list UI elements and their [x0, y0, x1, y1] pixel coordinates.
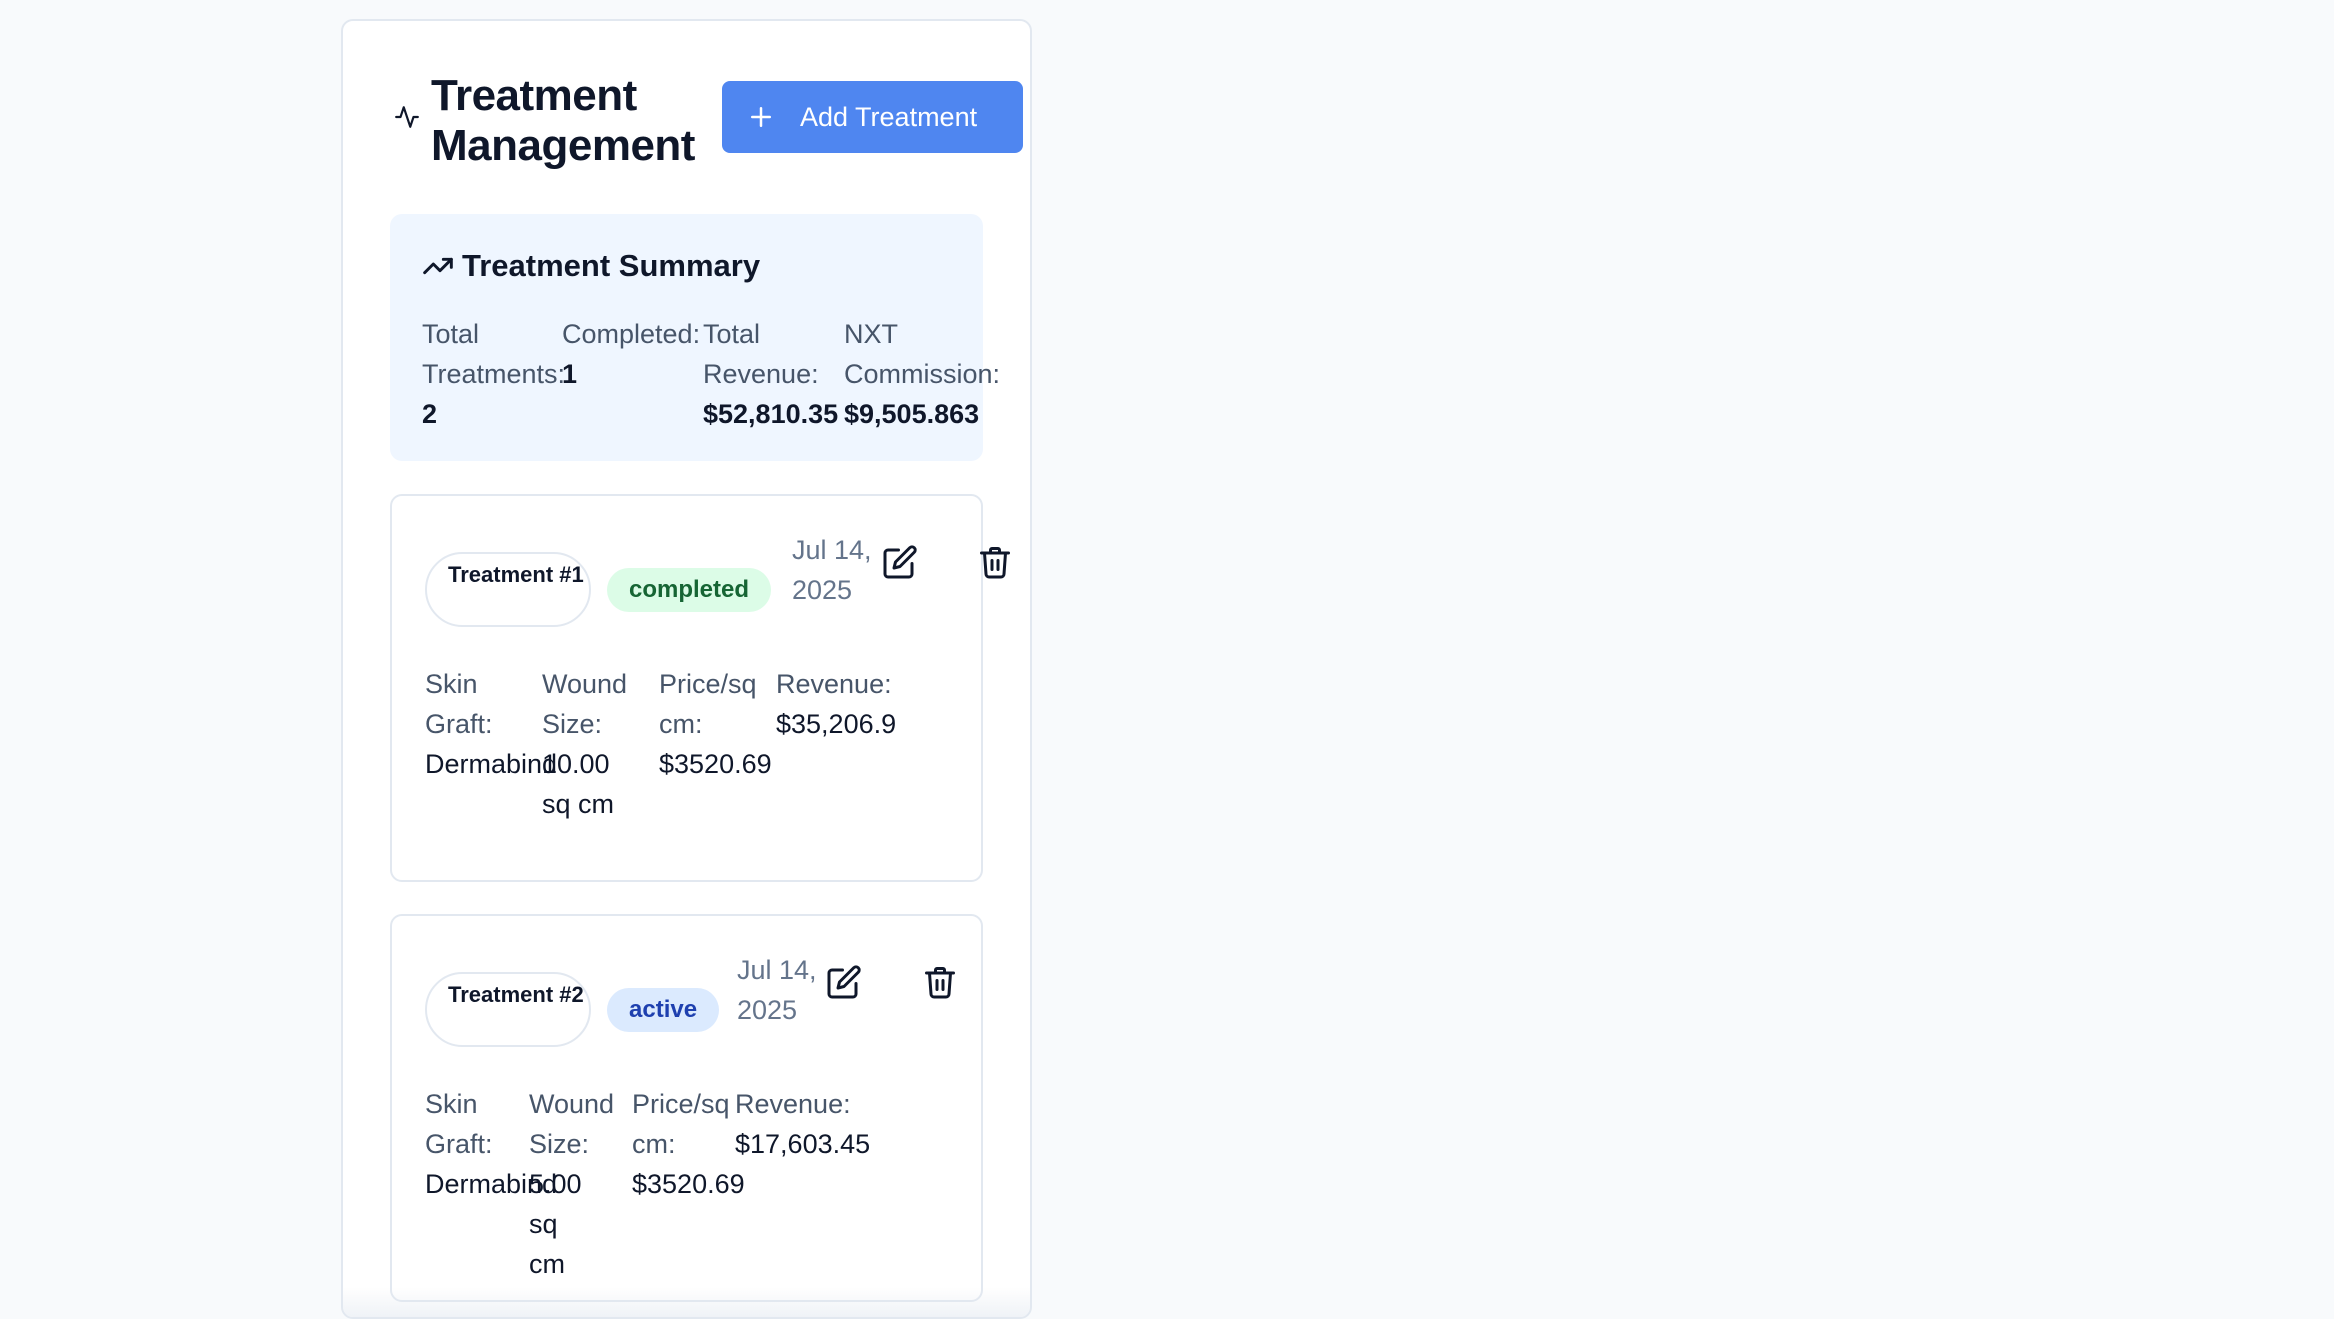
treatment-card: Treatment #2 active Jul 14, 2025 Skin Gr…: [390, 914, 983, 1302]
stat-label: NXT Commission:: [844, 319, 1001, 389]
add-treatment-button[interactable]: Add Treatment: [722, 81, 1023, 153]
field-value: Dermabind: [425, 749, 558, 779]
field-price-per-sq-cm: Price/sq cm: $3520.69: [659, 664, 772, 784]
status-badge: completed: [607, 568, 772, 612]
trash-icon[interactable]: [977, 544, 1013, 580]
treatment-date: Jul 14, 2025: [737, 955, 817, 1025]
stat-nxt-commission: NXT Commission: $9,505.863: [844, 314, 1001, 434]
field-wound-size: Wound Size: 5.00 sq cm: [529, 1084, 615, 1284]
treatment-summary-card: Treatment Summary Total Treatments: 2 Co…: [390, 214, 1001, 461]
field-skin-graft: Skin Graft: Dermabind: [425, 1084, 558, 1204]
treatment-date: Jul 14, 2025: [792, 535, 872, 605]
stat-value: 2: [422, 399, 438, 429]
stat-total-treatments: Total Treatments: 2: [422, 314, 566, 434]
activity-icon: [395, 106, 419, 128]
stat-value: 1: [562, 359, 578, 389]
stat-value: $9,505.863: [844, 399, 980, 429]
field-label: Price/sq cm:: [659, 669, 757, 739]
field-price-per-sq-cm: Price/sq cm: $3520.69: [632, 1084, 745, 1204]
page-title: Treatment Management: [431, 71, 695, 170]
treatment-card: Treatment #1 completed Jul 14, 2025 Skin…: [390, 494, 1010, 882]
trending-up-icon: [423, 257, 453, 275]
field-skin-graft: Skin Graft: Dermabind: [425, 664, 558, 784]
edit-icon[interactable]: [826, 964, 862, 1000]
stat-total-revenue: Total Revenue: $52,810.35: [703, 314, 839, 434]
trash-icon[interactable]: [922, 964, 958, 1000]
stat-label: Completed:: [562, 319, 701, 349]
field-label: Wound Size:: [542, 669, 628, 739]
treatment-id-badge: Treatment #2: [425, 972, 591, 1047]
field-revenue: Revenue: $35,206.9: [776, 664, 956, 744]
field-value: 10.00 sq cm: [542, 749, 615, 819]
field-wound-size: Wound Size: 10.00 sq cm: [542, 664, 637, 824]
field-value: $3520.69: [659, 749, 772, 779]
field-value: $3520.69: [632, 1169, 745, 1199]
field-label: Wound Size:: [529, 1089, 615, 1159]
treatment-id-badge: Treatment #1: [425, 552, 591, 627]
stat-value: $52,810.35: [703, 399, 839, 429]
status-badge: active: [607, 988, 720, 1032]
field-label: Skin Graft:: [425, 669, 493, 739]
plus-icon: [751, 107, 771, 127]
field-revenue: Revenue: $17,603.45: [735, 1084, 925, 1164]
treatment-management-panel: Treatment Management Add Treatment Treat…: [341, 19, 1032, 1319]
stat-label: Total Treatments:: [422, 319, 566, 389]
field-label: Price/sq cm:: [632, 1089, 730, 1159]
field-label: Skin Graft:: [425, 1089, 493, 1159]
add-treatment-label: Add Treatment: [800, 101, 978, 132]
field-label: Revenue:: [776, 669, 892, 699]
field-value: Dermabind: [425, 1169, 558, 1199]
field-label: Revenue:: [735, 1089, 851, 1119]
field-value: 5.00 sq cm: [529, 1169, 582, 1279]
summary-heading: Treatment Summary: [462, 248, 761, 283]
field-value: $17,603.45: [735, 1129, 871, 1159]
field-value: $35,206.9: [776, 709, 897, 739]
stat-label: Total Revenue:: [703, 319, 819, 389]
edit-icon[interactable]: [882, 544, 918, 580]
stat-completed: Completed: 1: [562, 314, 702, 394]
